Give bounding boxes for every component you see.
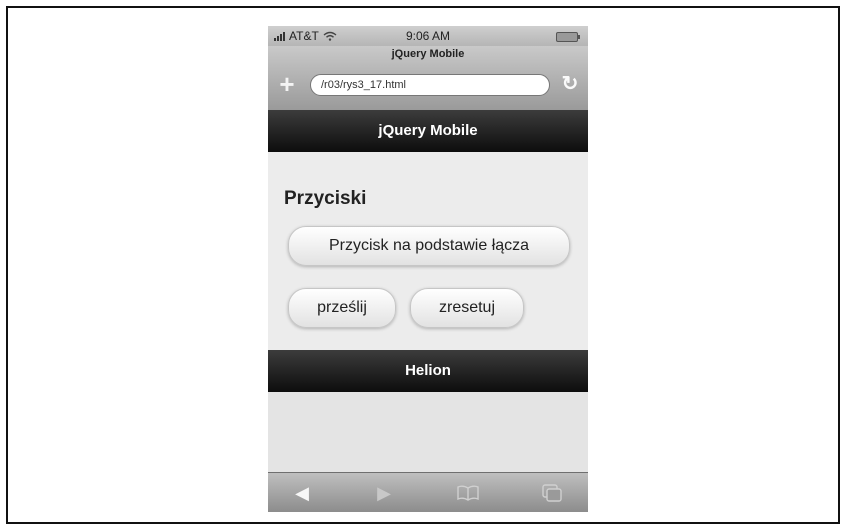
address-bar[interactable]: /r03/rys3_17.html [310,74,550,96]
browser-chrome: jQuery Mobile + /r03/rys3_17.html ↻ [268,46,588,110]
browser-toolbar: ◀ ▶ [268,472,588,512]
page-footer: Helion [268,350,588,392]
forward-arrow-icon[interactable]: ▶ [364,479,404,507]
reload-icon[interactable]: ↻ [558,72,582,96]
link-button[interactable]: Przycisk na podstawie łącza [288,226,570,266]
submit-button[interactable]: prześlij [288,288,396,328]
browser-page-title: jQuery Mobile [391,48,465,60]
back-arrow-icon[interactable]: ◀ [282,479,322,507]
status-bar: AT&T 9:06 AM [268,26,588,46]
reset-button[interactable]: zresetuj [410,288,524,328]
page-header: jQuery Mobile [268,110,588,152]
battery-icon [556,32,580,42]
section-heading: Przyciski [284,188,367,209]
empty-area [268,392,588,472]
add-bookmark-plus-icon[interactable]: + [274,71,300,98]
bookmarks-icon[interactable] [448,479,488,507]
phone-screen: AT&T 9:06 AM jQuery Mobile + /r03/rys3_1… [268,26,588,512]
page-content: Przyciski Przycisk na podstawie łącza pr… [268,152,588,350]
pages-icon[interactable] [532,479,572,507]
clock: 9:06 AM [405,29,451,43]
